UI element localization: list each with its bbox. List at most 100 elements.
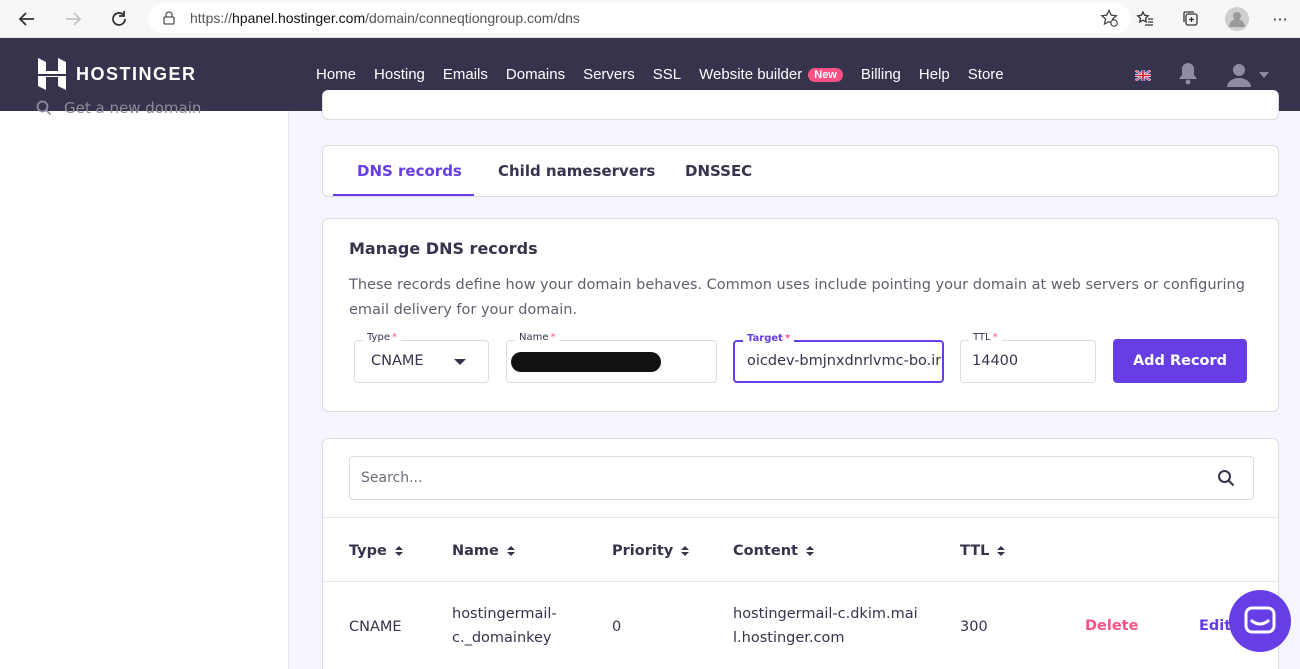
type-value: CNAME — [371, 353, 424, 369]
nav-servers[interactable]: Servers — [583, 66, 635, 83]
ttl-input[interactable]: TTL * 14400 — [960, 332, 1096, 383]
row-content-line2: l.hostinger.com — [733, 630, 845, 646]
column-header-name[interactable]: Name — [452, 543, 515, 559]
browser-toolbar: https://hpanel.hostinger.com/domain/conn… — [0, 0, 1300, 38]
chevron-down-icon — [454, 359, 466, 365]
name-label: Name * — [515, 332, 560, 343]
required-mark: * — [992, 332, 998, 343]
name-input[interactable]: Name * — [506, 332, 717, 383]
name-label-text: Name — [519, 332, 549, 343]
row-content-line1: hostingermail-c.dkim.mai — [733, 606, 918, 622]
hostinger-logo-icon — [38, 58, 66, 90]
forward-icon[interactable] — [58, 4, 88, 34]
redacted-value — [511, 352, 661, 372]
required-mark: * — [784, 333, 791, 344]
logo-text: HOSTINGER — [76, 63, 197, 84]
dns-records-table-card: Search... Type Name Priority Content TTL… — [322, 438, 1279, 669]
row-name: hostingermail- c._domainkey — [452, 602, 557, 650]
delete-record-link[interactable]: Delete — [1085, 618, 1138, 634]
dns-tabs: DNS records Child nameservers DNSSEC — [322, 145, 1279, 197]
column-header-ttl[interactable]: TTL — [960, 543, 1006, 559]
lock-icon — [162, 11, 176, 25]
column-header-content-label: Content — [733, 543, 798, 559]
row-content: hostingermail-c.dkim.mai l.hostinger.com — [733, 602, 918, 650]
column-header-ttl-label: TTL — [960, 543, 990, 559]
search-input[interactable]: Search... — [349, 456, 1254, 500]
column-header-name-label: Name — [452, 543, 499, 559]
manage-description: These records define how your domain beh… — [349, 277, 1245, 318]
profile-avatar-icon[interactable] — [1214, 0, 1260, 38]
row-ttl: 300 — [960, 619, 988, 635]
type-select[interactable]: Type * CNAME — [354, 332, 489, 383]
new-badge: New — [808, 67, 843, 82]
add-record-button[interactable]: Add Record — [1113, 339, 1247, 383]
edit-record-link[interactable]: Edit — [1199, 618, 1231, 634]
type-label-text: Type — [367, 332, 390, 343]
uk-flag-icon[interactable] — [1134, 66, 1152, 85]
url-host: hpanel.hostinger.com — [232, 10, 366, 26]
required-mark: * — [550, 332, 556, 343]
nav-emails[interactable]: Emails — [443, 66, 488, 83]
nav-home[interactable]: Home — [316, 66, 356, 83]
active-tab-indicator — [333, 194, 474, 196]
nav-domains[interactable]: Domains — [506, 66, 565, 83]
nav-hosting[interactable]: Hosting — [374, 66, 425, 83]
row-priority: 0 — [612, 619, 622, 635]
sort-icon — [681, 546, 690, 556]
column-header-content[interactable]: Content — [733, 543, 814, 559]
reload-icon[interactable] — [104, 4, 134, 34]
favorites-icon[interactable] — [1122, 0, 1168, 38]
ttl-label: TTL * — [969, 332, 1002, 343]
url-path: /domain/conneqtiongroup.com/dns — [365, 10, 580, 26]
search-placeholder: Search... — [361, 470, 423, 486]
url-prefix: https:// — [190, 10, 233, 26]
ttl-value: 14400 — [972, 353, 1019, 369]
back-icon[interactable] — [12, 4, 42, 34]
collections-icon[interactable] — [1168, 0, 1214, 38]
account-menu-icon[interactable] — [1225, 61, 1269, 89]
row-type: CNAME — [349, 619, 402, 635]
column-header-type[interactable]: Type — [349, 543, 403, 559]
manage-dns-card: Manage DNS records These records define … — [322, 218, 1279, 412]
target-value: oicdev-bmjnxdnrlvmc-bo.ir — [747, 353, 941, 369]
column-header-priority[interactable]: Priority — [612, 543, 690, 559]
nav-website-builder-label: Website builder — [699, 66, 803, 83]
nav-billing[interactable]: Billing — [861, 66, 901, 83]
previous-card-bottom — [322, 90, 1279, 120]
required-mark: * — [391, 332, 397, 343]
row-name-line1: hostingermail- — [452, 606, 557, 622]
nav-store[interactable]: Store — [968, 66, 1004, 83]
get-new-domain-link[interactable]: Get a new domain — [36, 99, 201, 117]
ttl-label-text: TTL — [973, 332, 991, 343]
tab-dns-records[interactable]: DNS records — [357, 162, 462, 180]
hostinger-logo[interactable]: HOSTINGER — [38, 58, 197, 90]
sort-icon — [506, 546, 515, 556]
nav-help[interactable]: Help — [919, 66, 950, 83]
divider — [323, 517, 1278, 518]
sort-icon — [394, 546, 403, 556]
manage-title: Manage DNS records — [349, 239, 538, 258]
get-new-domain-label: Get a new domain — [64, 99, 202, 117]
star-add-icon[interactable] — [1100, 8, 1118, 30]
type-label: Type * — [363, 332, 401, 343]
search-icon[interactable] — [1217, 469, 1235, 491]
chat-icon — [1244, 606, 1276, 634]
tab-child-nameservers[interactable]: Child nameservers — [498, 162, 655, 180]
row-name-line2: c._domainkey — [452, 630, 552, 646]
divider — [323, 581, 1278, 582]
nav-website-builder[interactable]: Website builder New — [699, 66, 843, 83]
tab-dnssec[interactable]: DNSSEC — [685, 162, 752, 180]
column-header-priority-label: Priority — [612, 543, 674, 559]
nav-ssl[interactable]: SSL — [653, 66, 681, 83]
target-label: Target * — [743, 333, 795, 344]
more-menu-icon[interactable]: ··· — [1260, 0, 1300, 38]
sort-icon — [805, 546, 814, 556]
target-label-text: Target — [747, 333, 783, 344]
search-icon — [36, 100, 52, 116]
notifications-bell-icon[interactable] — [1177, 61, 1199, 89]
column-header-type-label: Type — [349, 543, 387, 559]
sort-icon — [997, 546, 1006, 556]
chat-support-button[interactable] — [1229, 590, 1291, 652]
target-input[interactable]: Target * oicdev-bmjnxdnrlvmc-bo.ir — [733, 333, 944, 383]
address-bar[interactable]: https://hpanel.hostinger.com/domain/conn… — [148, 3, 1130, 33]
